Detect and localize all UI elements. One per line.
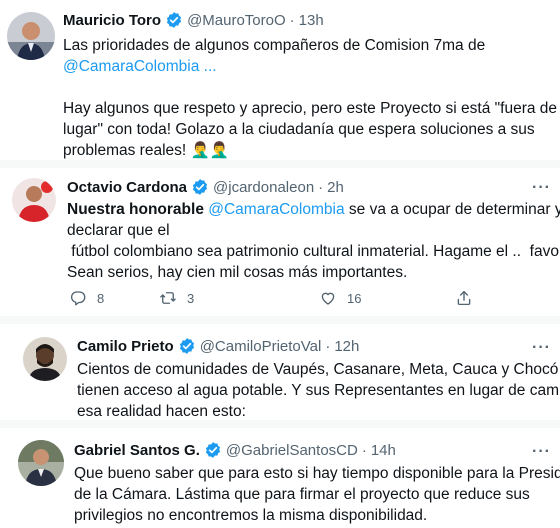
author-name[interactable]: Octavio Cardona bbox=[67, 179, 187, 196]
tweet-text-line: Que bueno saber que para esto si hay tie… bbox=[74, 465, 560, 482]
verified-badge-icon bbox=[204, 441, 222, 459]
timestamp[interactable]: 13h bbox=[299, 12, 324, 29]
tweet-text-line: Cientos de comunidades de Vaupés, Casana… bbox=[77, 361, 560, 378]
bold-text: Nuestra honorable bbox=[67, 201, 209, 218]
heart-icon bbox=[321, 292, 335, 305]
author-name[interactable]: Gabriel Santos G. bbox=[74, 442, 200, 459]
like-count: 16 bbox=[347, 290, 362, 306]
retweet-icon bbox=[160, 292, 176, 304]
verified-badge-icon bbox=[191, 178, 209, 196]
author-handle[interactable]: @MauroToroO bbox=[187, 12, 286, 29]
tweet-card-gabriel-santos[interactable]: Gabriel Santos G. @GabrielSantosCD · 14h… bbox=[0, 428, 560, 528]
retweet-count: 3 bbox=[187, 290, 195, 306]
timestamp[interactable]: 12h bbox=[334, 338, 359, 355]
tweet-text: Nuestra honorable @CamaraColombia se va … bbox=[67, 199, 560, 283]
tweet-card-mauricio-toro[interactable]: Mauricio Toro @MauroToroO · 13h Las prio… bbox=[0, 0, 560, 160]
share-icon bbox=[457, 290, 471, 306]
separator-dot: · bbox=[325, 337, 331, 355]
avatar[interactable] bbox=[12, 178, 56, 222]
tweet-text-line: fútbol colombiano sea patrimonio cultura… bbox=[67, 243, 560, 260]
tweet-text-line: problemas reales! 🤦‍♂️🤦‍♂️ bbox=[63, 142, 230, 159]
reply-button[interactable]: 8 bbox=[69, 289, 159, 307]
tweet-text-line: Sean serios, hay cien mil cosas más impo… bbox=[67, 264, 408, 281]
tweet-text-line: Hay algunos que respeto y aprecio, pero … bbox=[63, 100, 558, 117]
reply-count: 8 bbox=[97, 290, 105, 306]
more-options-button[interactable]: ··· bbox=[532, 340, 551, 356]
author-handle[interactable]: @CamiloPrietoVal bbox=[200, 338, 322, 355]
author-handle[interactable]: @GabrielSantosCD bbox=[226, 442, 358, 459]
avatar[interactable] bbox=[23, 337, 67, 381]
mention-link[interactable]: @CamaraColombia bbox=[208, 201, 344, 218]
separator-dot: · bbox=[318, 178, 324, 196]
tweet-text-line: esa realidad hacen esto: bbox=[77, 403, 246, 420]
like-button[interactable]: 16 bbox=[319, 289, 455, 307]
tweet-text-line: declarar que el bbox=[67, 222, 170, 239]
share-button[interactable] bbox=[455, 289, 473, 307]
tweet-text: Que bueno saber que para esto si hay tie… bbox=[74, 463, 560, 526]
tweet-text: Cientos de comunidades de Vaupés, Casana… bbox=[77, 359, 560, 420]
tweet-text-line: tienen acceso al agua potable. Y sus Rep… bbox=[77, 382, 560, 399]
more-options-button[interactable]: ··· bbox=[532, 444, 551, 460]
tweet-card-octavio-cardona[interactable]: Octavio Cardona @jcardonaleon · 2h ··· N… bbox=[0, 168, 560, 316]
avatar[interactable] bbox=[7, 12, 55, 60]
separator-dot: · bbox=[289, 11, 295, 29]
author-handle[interactable]: @jcardonaleon bbox=[213, 179, 314, 196]
reply-icon bbox=[70, 291, 86, 306]
author-name[interactable]: Camilo Prieto bbox=[77, 338, 174, 355]
mention-link[interactable]: @CamaraColombia ... bbox=[63, 58, 217, 75]
tweet-text-segment: se va a ocupar de determinar y bbox=[344, 201, 560, 218]
tweet-text: Las prioridades de algunos compañeros de… bbox=[63, 35, 557, 160]
tweet-actions: 8 3 16 bbox=[69, 289, 479, 307]
author-name[interactable]: Mauricio Toro bbox=[63, 12, 161, 29]
verified-badge-icon bbox=[165, 11, 183, 29]
tweet-text-line: Las prioridades de algunos compañeros de… bbox=[63, 37, 486, 54]
timestamp[interactable]: 2h bbox=[327, 179, 344, 196]
tweet-card-camilo-prieto[interactable]: Camilo Prieto @CamiloPrietoVal · 12h ···… bbox=[0, 324, 560, 420]
retweet-button[interactable]: 3 bbox=[159, 289, 319, 307]
tweet-text-line: privilegios no encontremos la misma disp… bbox=[74, 507, 428, 524]
tweet-text-line: lugar" con toda! Golazo a la ciudadanía … bbox=[63, 121, 535, 138]
tweet-text-line: de la Cámara. Lástima que para firmar el… bbox=[74, 486, 530, 503]
timestamp[interactable]: 14h bbox=[371, 442, 396, 459]
verified-badge-icon bbox=[178, 337, 196, 355]
more-options-button[interactable]: ··· bbox=[532, 180, 551, 196]
avatar[interactable] bbox=[18, 440, 64, 486]
separator-dot: · bbox=[361, 441, 367, 459]
